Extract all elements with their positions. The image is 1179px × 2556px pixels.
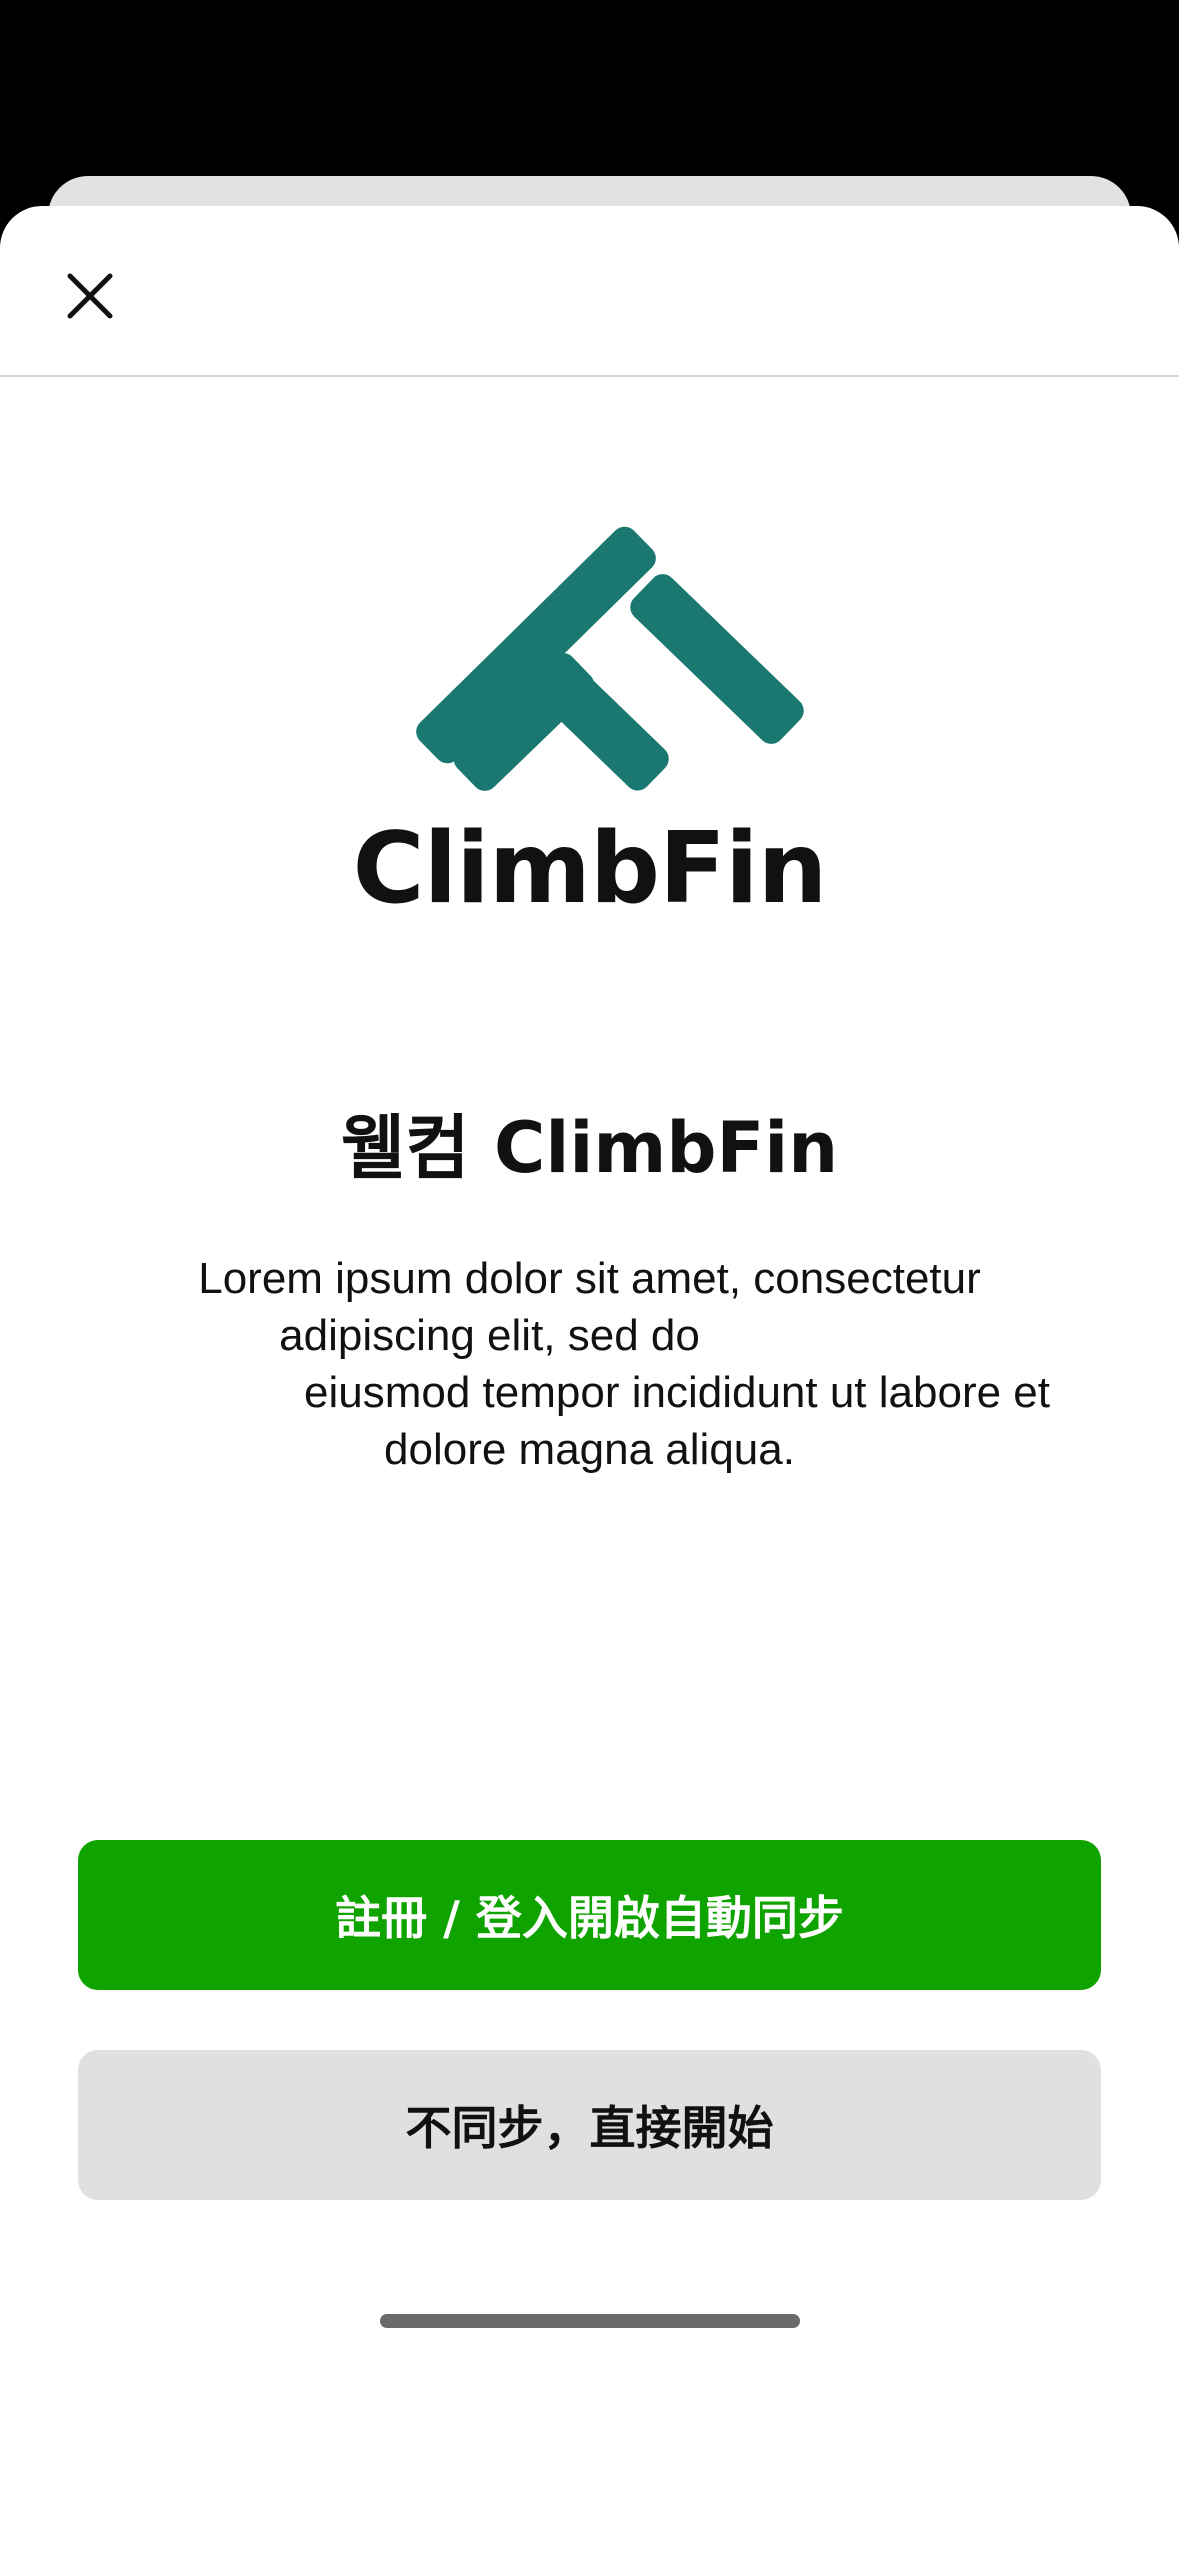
welcome-description: Lorem ipsum dolor sit amet, consectetur …: [100, 1250, 1079, 1478]
register-login-sync-button[interactable]: 註冊 / 登入開啟自動同步: [78, 1840, 1101, 1990]
brand-wordmark: ClimbFin: [352, 812, 828, 926]
description-line-1: Lorem ipsum dolor sit amet, consectetur: [198, 1254, 981, 1303]
description-line-2: adipiscing elit, sed do: [279, 1311, 700, 1360]
screen: ClimbFin 웰컴 ClimbFin Lorem ipsum dolor s…: [0, 0, 1179, 2556]
description-line-4: dolore magna aliqua.: [384, 1425, 795, 1474]
close-button[interactable]: [50, 256, 130, 336]
start-without-sync-button[interactable]: 不同步，直接開始: [78, 2050, 1101, 2200]
home-indicator[interactable]: [380, 2314, 800, 2328]
welcome-title: 웰컴 ClimbFin: [340, 1107, 839, 1189]
description-line-3: eiusmod tempor incididunt ut labore et: [304, 1368, 1050, 1417]
sheet-header: [0, 206, 1179, 377]
close-icon: [67, 273, 113, 319]
climbfin-logo-icon: [416, 526, 804, 791]
